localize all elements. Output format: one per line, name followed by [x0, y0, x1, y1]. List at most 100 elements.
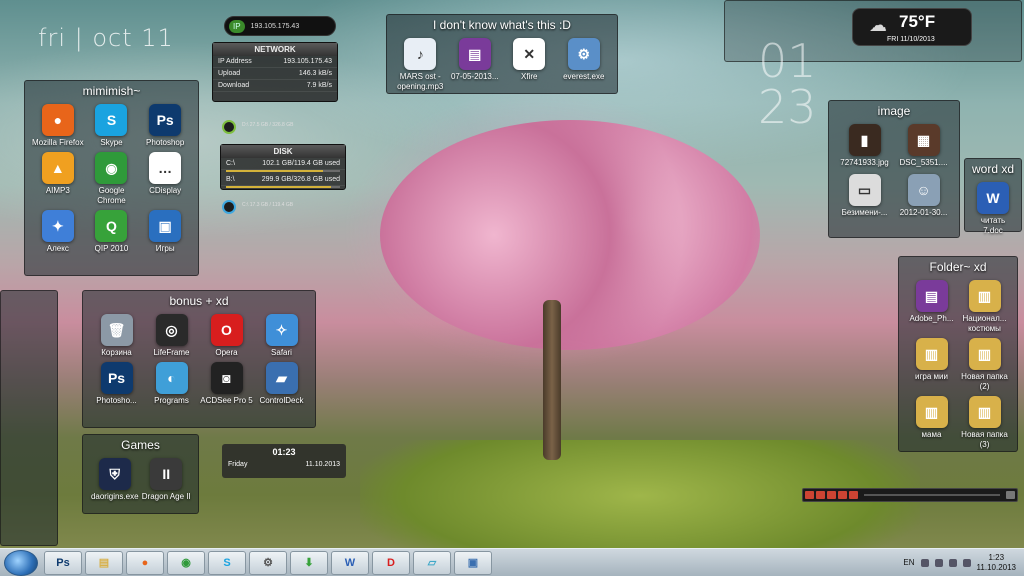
shortcut-icon: II [150, 458, 183, 490]
taskbar-remote-button[interactable]: ▣ [454, 550, 492, 575]
shortcut-label: Google Chrome [97, 186, 126, 205]
desktop-shortcut[interactable]: ▰ ControlDeck [254, 362, 309, 406]
desktop-shortcut[interactable]: 🗑 Корзина [89, 314, 144, 358]
network-value: 193.105.175.43 [283, 58, 332, 65]
network-row: Download 7.9 kB/s [213, 80, 337, 92]
desktop-shortcut[interactable]: II Dragon Age II [141, 458, 193, 502]
taskbar-firefox-button[interactable]: ● [126, 550, 164, 575]
shortcut-label: Photoshop [146, 138, 185, 147]
shortcut-label: Opera [215, 348, 238, 357]
shortcut-icon: ▮ [848, 124, 881, 156]
wallpaper-tree-trunk [543, 300, 561, 460]
date-text: fri | oct 11 [38, 24, 174, 52]
desktop-shortcut[interactable]: Ps Photoshop [138, 104, 192, 148]
drive-c-icon[interactable] [222, 200, 236, 214]
seek-track[interactable] [864, 494, 1000, 496]
desktop-shortcut[interactable]: ⚙ everest.exe [557, 38, 612, 92]
shortcut-icon: ◐ [155, 362, 188, 394]
shortcut-label: LifeFrame [153, 348, 190, 357]
stop-button[interactable] [838, 491, 847, 499]
tray-icon[interactable] [920, 558, 929, 567]
weather-gadget[interactable]: ☁ 75°F FRI 11/10/2013 [852, 8, 972, 46]
desktop-shortcut[interactable]: ✕ Xfire [502, 38, 557, 92]
network-title: NETWORK [213, 43, 337, 56]
ip-widget: IP 193.105.175.43 [224, 16, 336, 36]
desktop-shortcut[interactable]: ◙ ACDSee Pro 5 [199, 362, 254, 406]
taskbar-photoshop-button[interactable]: Ps [44, 550, 82, 575]
disk-usage: 102.1 GB/119.4 GB used [262, 160, 340, 167]
disk-row: C:\ 102.1 GB/119.4 GB used [221, 158, 345, 170]
fence-word: word xd Wчитать 7.doc [964, 158, 1022, 235]
media-player-bar [802, 488, 1018, 502]
desktop-shortcut[interactable]: ▤ 07-05-2013... [448, 38, 503, 92]
network-icon[interactable] [948, 558, 957, 567]
taskbar-notes-button[interactable]: ▱ [413, 550, 451, 575]
volume-icon[interactable] [962, 558, 971, 567]
taskbar-explorer-button[interactable]: ▤ [85, 550, 123, 575]
taskbar-chrome-button[interactable]: ◉ [167, 550, 205, 575]
taskbar: Ps ▤ ● ◉ S ⚙ ⬇ W D ▱ ▣ EN 1:23 11.10.2013 [0, 548, 1024, 576]
desktop-shortcut[interactable]: ▥ Новая папка (3) [958, 396, 1011, 450]
desktop-shortcut[interactable]: ▥ игра мии [905, 338, 958, 392]
desktop-shortcut[interactable]: ⛨ daorigins.exe [89, 458, 141, 502]
fence-image: image ▮ 72741933.jpg ▦ DSC_5351.... ▭ Безимен… [828, 100, 960, 238]
desktop-shortcut[interactable]: ✦ Алекс [31, 210, 85, 254]
tray-clock[interactable]: 1:23 11.10.2013 [977, 553, 1016, 573]
shortcut-icon: S [95, 104, 128, 136]
clock-hour: 01 [758, 34, 817, 88]
desktop-shortcut[interactable]: ✧ Safari [254, 314, 309, 358]
desktop-shortcut[interactable]: Ps Photosho... [89, 362, 144, 406]
language-indicator[interactable]: EN [903, 558, 914, 567]
desktop-shortcut[interactable]: ● Mozilla Firefox [31, 104, 85, 148]
shortcut-label: 2012-01-30... [899, 208, 948, 217]
play-button[interactable] [816, 491, 825, 499]
desktop-shortcut[interactable]: S Skype [85, 104, 139, 148]
volume-button[interactable] [1006, 491, 1015, 499]
desktop-shortcut[interactable]: ▥ мама [905, 396, 958, 450]
shortcut-icon: ▰ [265, 362, 298, 394]
shortcut-label: everest.exe [563, 72, 605, 81]
desktop-shortcut[interactable]: ▤ Adobe_Ph... [905, 280, 958, 334]
shortcut-icon: … [149, 152, 182, 184]
desktop-shortcut[interactable]: ◎ LifeFrame [144, 314, 199, 358]
taskbar-word-button[interactable]: W [331, 550, 369, 575]
pause-button[interactable] [827, 491, 836, 499]
taskbar-tools-button[interactable]: ⚙ [249, 550, 287, 575]
desktop-shortcut[interactable]: Q QIP 2010 [85, 210, 139, 254]
shortcut-icon: ▥ [968, 280, 1001, 312]
weather-temp: 75°F [899, 12, 936, 31]
desktop-shortcut[interactable]: ♪ MARS ost - opening.mp3 [393, 38, 448, 92]
desktop-shortcut[interactable]: ▮ 72741933.jpg [835, 124, 894, 168]
shortcut-icon: ✕ [513, 38, 546, 70]
taskbar-daemon-button[interactable]: D [372, 550, 410, 575]
desktop-shortcut[interactable]: ▦ DSC_5351.... [894, 124, 953, 168]
drive-d-icon[interactable] [222, 120, 236, 134]
next-button[interactable] [849, 491, 858, 499]
desktop-shortcut[interactable]: ▥ Национал... костюмы [958, 280, 1011, 334]
taskbar-skype-button[interactable]: S [208, 550, 246, 575]
desktop-shortcut[interactable]: Wчитать 7.doc [971, 182, 1015, 236]
desktop-shortcut[interactable]: … CDisplay [138, 152, 192, 206]
desktop-shortcut[interactable]: ◉ Google Chrome [85, 152, 139, 206]
shortcut-icon: ⛨ [98, 458, 131, 490]
shortcut-icon: ☺ [907, 174, 940, 206]
shortcut-icon: ▤ [915, 280, 948, 312]
shortcut-label: daorigins.exe [90, 492, 139, 501]
desktop-shortcut[interactable]: ☺ 2012-01-30... [894, 174, 953, 218]
fence-games: Games ⛨ daorigins.exe II Dragon Age II [82, 434, 199, 514]
prev-button[interactable] [805, 491, 814, 499]
taskbar-download-button[interactable]: ⬇ [290, 550, 328, 575]
tray-icon[interactable] [934, 558, 943, 567]
desktop-shortcut[interactable]: ◐ Programs [144, 362, 199, 406]
weather-date: FRI 11/10/2013 [887, 36, 935, 43]
fence-title: word xd [971, 162, 1015, 176]
desktop-shortcut[interactable]: ▭ Безимени-... [835, 174, 894, 218]
desktop-shortcut[interactable]: O Opera [199, 314, 254, 358]
shortcut-label: Dragon Age II [141, 492, 191, 501]
desktop-shortcut[interactable]: ▲ AIMP3 [31, 152, 85, 206]
shortcut-icon: ◙ [210, 362, 243, 394]
start-button[interactable] [4, 549, 38, 576]
shortcut-icon: W [977, 182, 1009, 214]
desktop-shortcut[interactable]: ▥ Новая папка (2) [958, 338, 1011, 392]
desktop-shortcut[interactable]: ▣ Игры [138, 210, 192, 254]
